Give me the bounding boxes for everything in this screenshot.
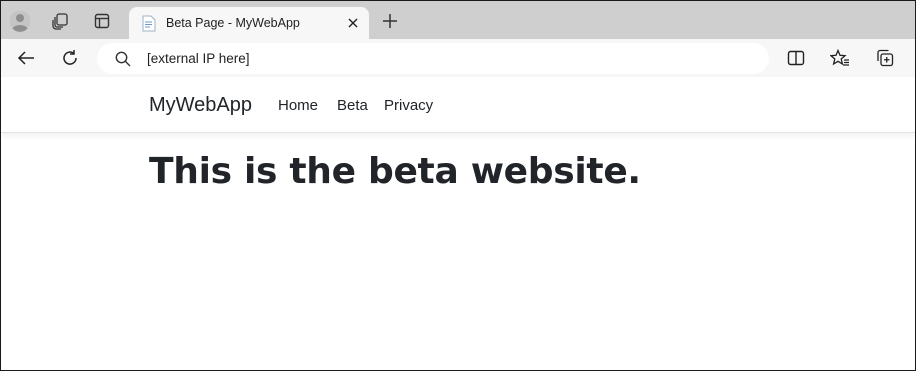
refresh-icon[interactable] — [57, 45, 83, 71]
browser-toolbar: [external IP here] — [1, 39, 915, 77]
collections-icon[interactable] — [872, 45, 898, 71]
url-text[interactable]: [external IP here] — [147, 51, 250, 66]
nav-link-privacy[interactable]: Privacy — [384, 97, 433, 114]
web-page: MyWebApp Home Beta Privacy This is the b… — [1, 77, 915, 370]
brand-link[interactable]: MyWebApp — [149, 94, 252, 117]
page-heading: This is the beta website. — [149, 151, 641, 192]
workspaces-icon[interactable] — [47, 8, 73, 34]
page-favicon-icon — [141, 15, 157, 32]
tab-title: Beta Page - MyWebApp — [166, 16, 300, 30]
profile-avatar-icon[interactable] — [7, 8, 33, 34]
close-tab-icon[interactable] — [345, 15, 361, 31]
split-screen-icon[interactable] — [783, 45, 809, 71]
new-tab-icon[interactable] — [379, 10, 401, 32]
nav-link-home[interactable]: Home — [278, 97, 318, 114]
active-tab[interactable]: Beta Page - MyWebApp — [129, 7, 369, 40]
tab-strip: Beta Page - MyWebApp — [1, 1, 915, 40]
address-bar[interactable]: [external IP here] — [97, 43, 769, 74]
site-navbar: MyWebApp Home Beta Privacy — [1, 77, 915, 133]
back-arrow-icon[interactable] — [13, 45, 39, 71]
search-icon — [114, 50, 132, 68]
browser-window: Beta Page - MyWebApp [external IP here] … — [0, 0, 916, 371]
nav-link-beta[interactable]: Beta — [337, 97, 368, 114]
favorites-icon[interactable] — [827, 45, 853, 71]
tab-actions-icon[interactable] — [89, 8, 115, 34]
